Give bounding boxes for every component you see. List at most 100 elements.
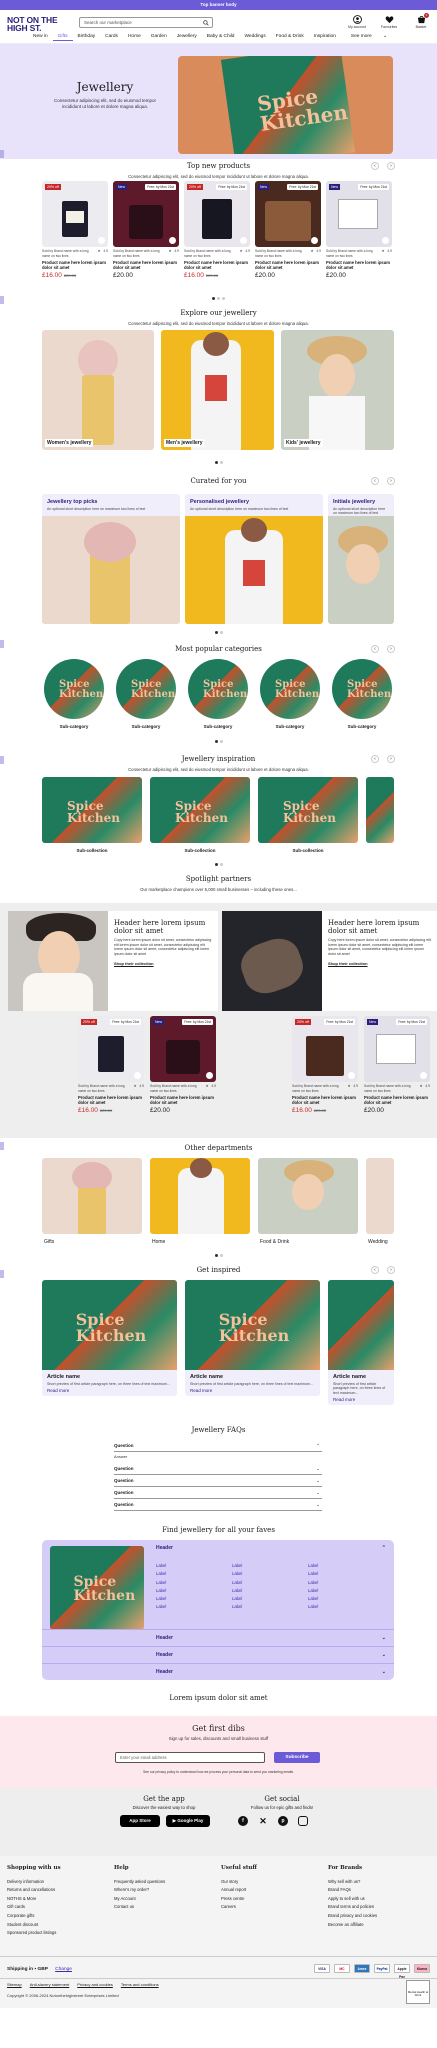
finder-link[interactable]: Label (232, 1588, 308, 1593)
nav-food-drink[interactable]: Food & Drink (271, 34, 309, 41)
collection-tile[interactable]: Spice Kitchen (258, 777, 358, 843)
category-circle[interactable]: Spice Kitchen (116, 659, 176, 719)
favourite-heart-icon[interactable] (420, 1072, 427, 1079)
product-card[interactable]: New Free: by Mon 21st Sold by Brand name … (255, 181, 321, 280)
department-tile[interactable] (42, 1158, 142, 1234)
footer-link[interactable]: Apply to sell with us (328, 1895, 377, 1904)
finder-link[interactable]: Label (156, 1563, 232, 1568)
app-store-button[interactable]: App Store (120, 1815, 160, 1827)
legal-link[interactable]: Sitemap (7, 1982, 22, 1987)
pinterest-icon[interactable]: p (278, 1816, 288, 1826)
account-button[interactable]: My account (347, 15, 367, 29)
legal-link[interactable]: Privacy and cookies (77, 1982, 113, 1987)
nav-baby-child[interactable]: Baby & Child (202, 34, 240, 41)
shop-collection-link[interactable]: Shop their collection (114, 961, 212, 966)
article-card[interactable]: Spice Kitchen Article name Short preview… (185, 1280, 320, 1396)
nav-weddings[interactable]: Weddings (239, 34, 270, 41)
change-link[interactable]: Change (55, 1967, 72, 1972)
nav-home[interactable]: Home (123, 34, 146, 41)
legal-link[interactable]: Anti-slavery statement (30, 1982, 70, 1987)
faq-question[interactable]: Question ⌄ (114, 1499, 322, 1511)
next-arrow-icon[interactable]: › (387, 645, 395, 653)
favourites-button[interactable]: Favourites (379, 15, 399, 29)
footer-link[interactable]: Where's my order? (114, 1886, 165, 1895)
legal-link[interactable]: Terms and conditions (121, 1982, 159, 1987)
subscribe-button[interactable]: Subscribe (274, 1752, 320, 1763)
favourite-heart-icon[interactable] (348, 1072, 355, 1079)
search-input[interactable]: Search our marketplace (79, 17, 213, 28)
nav-inspiration[interactable]: Inspiration (309, 34, 341, 41)
product-card[interactable]: New Free: by Mon 21st Sold by Brand name … (113, 181, 179, 280)
footer-link[interactable]: Frequently asked questions (114, 1878, 165, 1887)
prev-arrow-icon[interactable]: ‹ (371, 477, 379, 485)
footer-link[interactable]: Careers (221, 1903, 257, 1912)
facebook-icon[interactable]: f (238, 1816, 248, 1826)
finder-link[interactable]: Label (156, 1596, 232, 1601)
footer-link[interactable]: Student discount (7, 1921, 61, 1930)
basket-button[interactable]: 1 Basket (411, 13, 431, 29)
faq-question[interactable]: Question ⌄ (114, 1487, 322, 1499)
nav-gifts[interactable]: Gifts (52, 34, 73, 41)
email-field[interactable]: Enter your email address (115, 1752, 265, 1763)
finder-link[interactable]: Label (308, 1563, 368, 1568)
favourite-heart-icon[interactable] (206, 1072, 213, 1079)
product-card[interactable]: 20% off Free: by Mon 21st Sold by Brand n… (78, 1016, 144, 1115)
nav-cards[interactable]: Cards (100, 34, 123, 41)
search-icon[interactable] (203, 20, 209, 26)
footer-link[interactable]: Why sell with us? (328, 1878, 377, 1887)
finder-row[interactable]: Header ⌄ (42, 1629, 394, 1646)
prev-arrow-icon[interactable]: ‹ (371, 755, 379, 763)
product-card[interactable]: 20% off Sold by Brand name with a long n… (42, 181, 108, 280)
curated-card[interactable]: Jewellery top picks An optional short de… (42, 494, 180, 624)
prev-arrow-icon[interactable]: ‹ (371, 645, 379, 653)
product-card[interactable]: 20% off Free: by Mon 21st Sold by Brand n… (292, 1016, 358, 1115)
tile-kids-jewellery[interactable]: Kids' jewellery (281, 330, 394, 450)
faq-question[interactable]: Question ⌄ (114, 1463, 322, 1475)
department-tile[interactable] (150, 1158, 250, 1234)
finder-link[interactable]: Label (308, 1571, 368, 1576)
article-card[interactable]: Article name Short preview of first arti… (328, 1280, 394, 1405)
product-card[interactable]: New Free: by Mon 21st Sold by Brand name … (150, 1016, 216, 1115)
finder-row[interactable]: Header ⌄ (42, 1663, 394, 1680)
footer-link[interactable]: Annual report (221, 1886, 257, 1895)
read-more-link[interactable]: Read more (42, 1386, 177, 1396)
footer-link[interactable]: Sponsored product listings (7, 1929, 61, 1938)
product-card[interactable]: New Free: by Mon 21st Sold by Brand name … (364, 1016, 430, 1115)
favourite-heart-icon[interactable] (311, 237, 318, 244)
footer-link[interactable]: Corporate gifts (7, 1912, 61, 1921)
prev-arrow-icon[interactable]: ‹ (371, 162, 379, 170)
footer-link[interactable]: Brand FAQs (328, 1886, 377, 1895)
category-circle[interactable]: Spice Kitchen (332, 659, 392, 719)
faq-question[interactable]: Question ⌄ (114, 1475, 322, 1487)
product-card[interactable]: New Free: by Mon 21st Sold by Brand name … (326, 181, 392, 280)
footer-link[interactable]: Brand privacy and cookies (328, 1912, 377, 1921)
finder-link[interactable]: Label (232, 1596, 308, 1601)
tile-womens-jewellery[interactable]: Women's jewellery (42, 330, 154, 450)
finder-link[interactable]: Label (308, 1588, 368, 1593)
nav-see-more[interactable]: See more ⌄ (341, 34, 397, 41)
favourite-heart-icon[interactable] (98, 237, 105, 244)
read-more-link[interactable]: Read more (328, 1395, 394, 1405)
finder-row[interactable]: Header ⌃ (42, 1540, 394, 1557)
nav-new-in[interactable]: New in (28, 34, 53, 41)
x-icon[interactable]: ✕ (258, 1816, 268, 1826)
footer-link[interactable]: Returns and cancellations (7, 1886, 61, 1895)
shop-collection-link[interactable]: Shop their collection (328, 961, 431, 966)
next-arrow-icon[interactable]: › (387, 162, 395, 170)
read-more-link[interactable]: Read more (185, 1386, 320, 1396)
finder-row[interactable]: Header ⌄ (42, 1646, 394, 1663)
faq-question[interactable]: Question ⌃ (114, 1440, 322, 1452)
collection-tile[interactable] (366, 777, 394, 843)
favourite-heart-icon[interactable] (169, 237, 176, 244)
article-card[interactable]: Spice Kitchen Article name Short preview… (42, 1280, 177, 1396)
finder-link[interactable]: Label (308, 1604, 368, 1609)
prev-arrow-icon[interactable]: ‹ (371, 1266, 379, 1274)
finder-link[interactable]: Label (156, 1604, 232, 1609)
category-circle[interactable]: Spice Kitchen (44, 659, 104, 719)
nav-garden[interactable]: Garden (146, 34, 172, 41)
finder-link[interactable]: Label (232, 1604, 308, 1609)
finder-link[interactable]: Label (232, 1580, 308, 1585)
instagram-icon[interactable] (298, 1816, 308, 1826)
finder-link[interactable]: Label (232, 1571, 308, 1576)
footer-link[interactable]: Become an affiliate (328, 1921, 377, 1930)
